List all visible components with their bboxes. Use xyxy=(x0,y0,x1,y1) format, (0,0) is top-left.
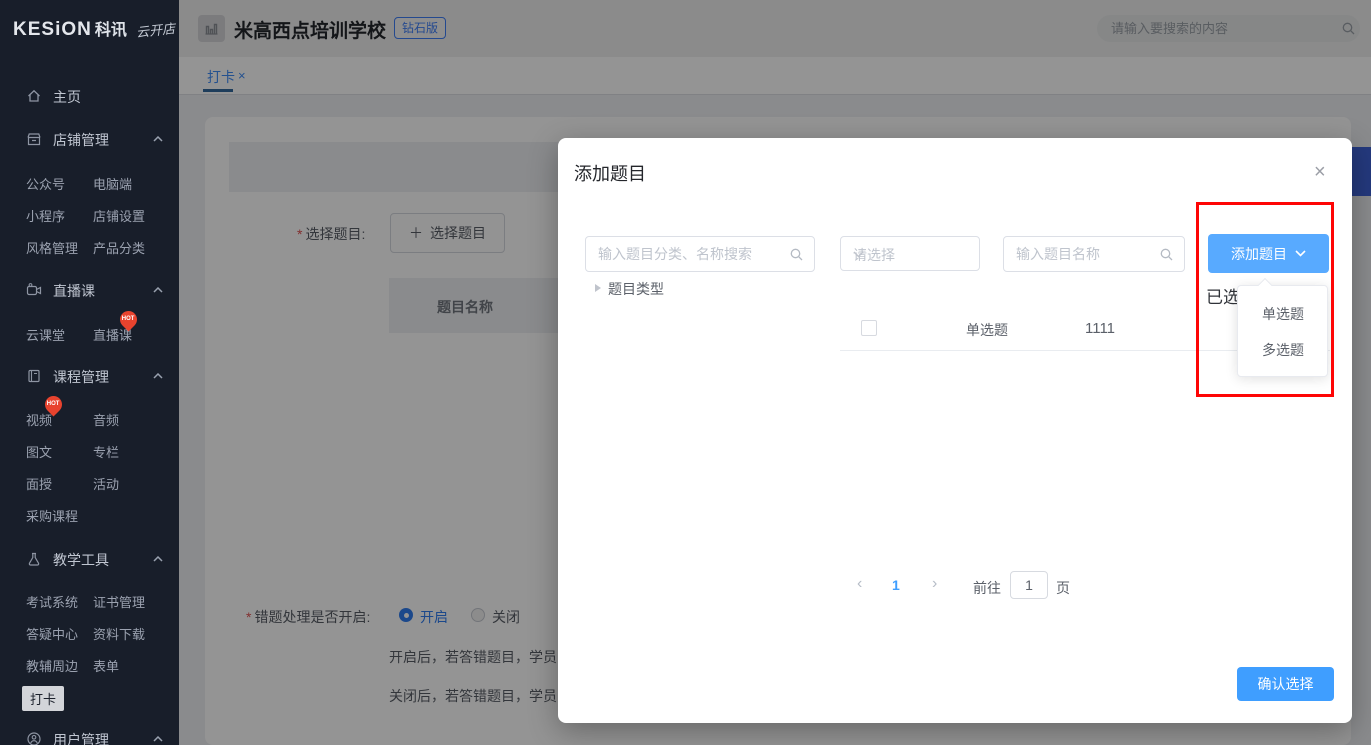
search-icon[interactable] xyxy=(1159,247,1174,262)
pagination-goto-input[interactable] xyxy=(1011,572,1047,598)
row-question-name: 1111 xyxy=(1085,320,1115,337)
sidebar-subrow: 小程序 店铺设置 xyxy=(0,206,179,226)
sidebar-group-tools[interactable]: 教学工具 xyxy=(0,550,179,570)
sidebar-subitem[interactable]: 面授 xyxy=(26,474,52,493)
sidebar-subrow: 采购课程 xyxy=(0,506,179,526)
caret-right-icon[interactable] xyxy=(595,284,601,292)
row-question-type: 单选题 xyxy=(966,320,1008,340)
pagination-goto-box xyxy=(1010,571,1048,599)
sidebar-subrow: 视频 音频 xyxy=(0,410,179,430)
sidebar-subitem[interactable]: 采购课程 xyxy=(26,506,78,525)
sidebar-subitem[interactable]: 表单 xyxy=(93,656,119,675)
sidebar-group-users[interactable]: 用户管理 xyxy=(0,730,179,745)
sidebar: KESiON 科讯 云开店 主页 店铺管理 公众号 电脑端 小程序 店铺设置 xyxy=(0,0,179,745)
name-search-field xyxy=(1003,236,1185,272)
store-icon xyxy=(26,131,42,147)
pagination-next[interactable]: › xyxy=(932,575,937,593)
chevron-up-icon xyxy=(153,556,163,562)
user-icon xyxy=(26,731,42,745)
pagination-goto-label: 前往 xyxy=(973,578,1001,598)
sidebar-subrow: 教辅周边 表单 xyxy=(0,656,179,676)
sidebar-subrow: 考试系统 证书管理 xyxy=(0,592,179,612)
pagination-unit-label: 页 xyxy=(1056,578,1070,598)
sidebar-subitem-active[interactable]: 打卡 xyxy=(22,686,64,711)
search-icon[interactable] xyxy=(789,247,804,262)
sidebar-subitem[interactable]: 资料下载 xyxy=(93,624,145,643)
sidebar-group-label: 直播课 xyxy=(53,281,95,301)
teaching-tools-icon xyxy=(26,551,42,567)
sidebar-subitem[interactable]: 考试系统 xyxy=(26,592,78,611)
sidebar-subitem[interactable]: 电脑端 xyxy=(93,174,132,193)
sidebar-group-label: 店铺管理 xyxy=(53,130,109,150)
tree-node-question-type[interactable]: 题目类型 xyxy=(608,279,664,299)
sidebar-subitem[interactable]: 风格管理 xyxy=(26,238,78,257)
sidebar-subitem[interactable]: 专栏 xyxy=(93,442,119,461)
brand-logo-text: KESiON xyxy=(13,19,92,41)
sidebar-subrow: 图文 专栏 xyxy=(0,442,179,462)
sidebar-group-label: 教学工具 xyxy=(53,550,109,570)
sidebar-subrow: 风格管理 产品分类 xyxy=(0,238,179,258)
sidebar-subitem[interactable]: 小程序 xyxy=(26,206,65,225)
close-icon[interactable]: × xyxy=(1314,162,1326,182)
type-select[interactable]: 请选择 xyxy=(840,236,980,271)
home-icon xyxy=(26,88,42,104)
sidebar-item-label: 主页 xyxy=(53,87,81,107)
pagination-prev[interactable]: ‹ xyxy=(857,575,862,593)
sidebar-subitem[interactable]: 产品分类 xyxy=(93,238,145,257)
sidebar-group-store[interactable]: 店铺管理 xyxy=(0,130,179,150)
chevron-up-icon xyxy=(153,736,163,742)
sidebar-subitem[interactable]: 图文 xyxy=(26,442,52,461)
sidebar-subrow: 云课堂 直播课 xyxy=(0,325,179,345)
row-checkbox[interactable] xyxy=(861,320,877,336)
sidebar-group-course[interactable]: 课程管理 xyxy=(0,367,179,387)
pagination-page-1[interactable]: 1 xyxy=(892,577,900,593)
live-camera-icon xyxy=(26,282,42,298)
name-search-input[interactable] xyxy=(1016,237,1151,271)
brand-logo: KESiON 科讯 云开店 xyxy=(13,16,175,41)
brand-logo-script: 云开店 xyxy=(135,18,176,41)
sidebar-subitem[interactable]: 店铺设置 xyxy=(93,206,145,225)
course-book-icon xyxy=(26,368,42,384)
app-root: KESiON 科讯 云开店 主页 店铺管理 公众号 电脑端 小程序 店铺设置 xyxy=(0,0,1371,745)
chevron-up-icon xyxy=(153,136,163,142)
category-search-field xyxy=(585,236,815,272)
sidebar-subitem[interactable]: 答疑中心 xyxy=(26,624,78,643)
annotation-rect xyxy=(1196,202,1334,397)
chevron-up-icon xyxy=(153,287,163,293)
sidebar-group-live[interactable]: 直播课 xyxy=(0,281,179,301)
chevron-down-icon xyxy=(853,251,968,258)
sidebar-subitem[interactable]: 云课堂 xyxy=(26,325,65,344)
sidebar-subrow: 公众号 电脑端 xyxy=(0,174,179,194)
sidebar-subrow: 打卡 xyxy=(0,690,179,710)
sidebar-group-label: 课程管理 xyxy=(53,367,109,387)
brand-logo-suffix: 科讯 xyxy=(95,16,127,40)
sidebar-subitem[interactable]: 音频 xyxy=(93,410,119,429)
sidebar-subrow: 答疑中心 资料下载 xyxy=(0,624,179,644)
modal-title: 添加题目 xyxy=(574,160,646,186)
sidebar-subitem[interactable]: 活动 xyxy=(93,474,119,493)
category-search-input[interactable] xyxy=(598,237,778,271)
chevron-up-icon xyxy=(153,373,163,379)
sidebar-group-label: 用户管理 xyxy=(53,730,109,745)
sidebar-subitem[interactable]: 证书管理 xyxy=(93,592,145,611)
sidebar-subitem[interactable]: 公众号 xyxy=(26,174,65,193)
sidebar-subrow: 面授 活动 xyxy=(0,474,179,494)
sidebar-subitem[interactable]: 教辅周边 xyxy=(26,656,78,675)
confirm-select-button[interactable]: 确认选择 xyxy=(1237,667,1334,701)
sidebar-subitem[interactable]: 视频 xyxy=(26,410,52,429)
sidebar-item-home[interactable]: 主页 xyxy=(0,87,179,107)
